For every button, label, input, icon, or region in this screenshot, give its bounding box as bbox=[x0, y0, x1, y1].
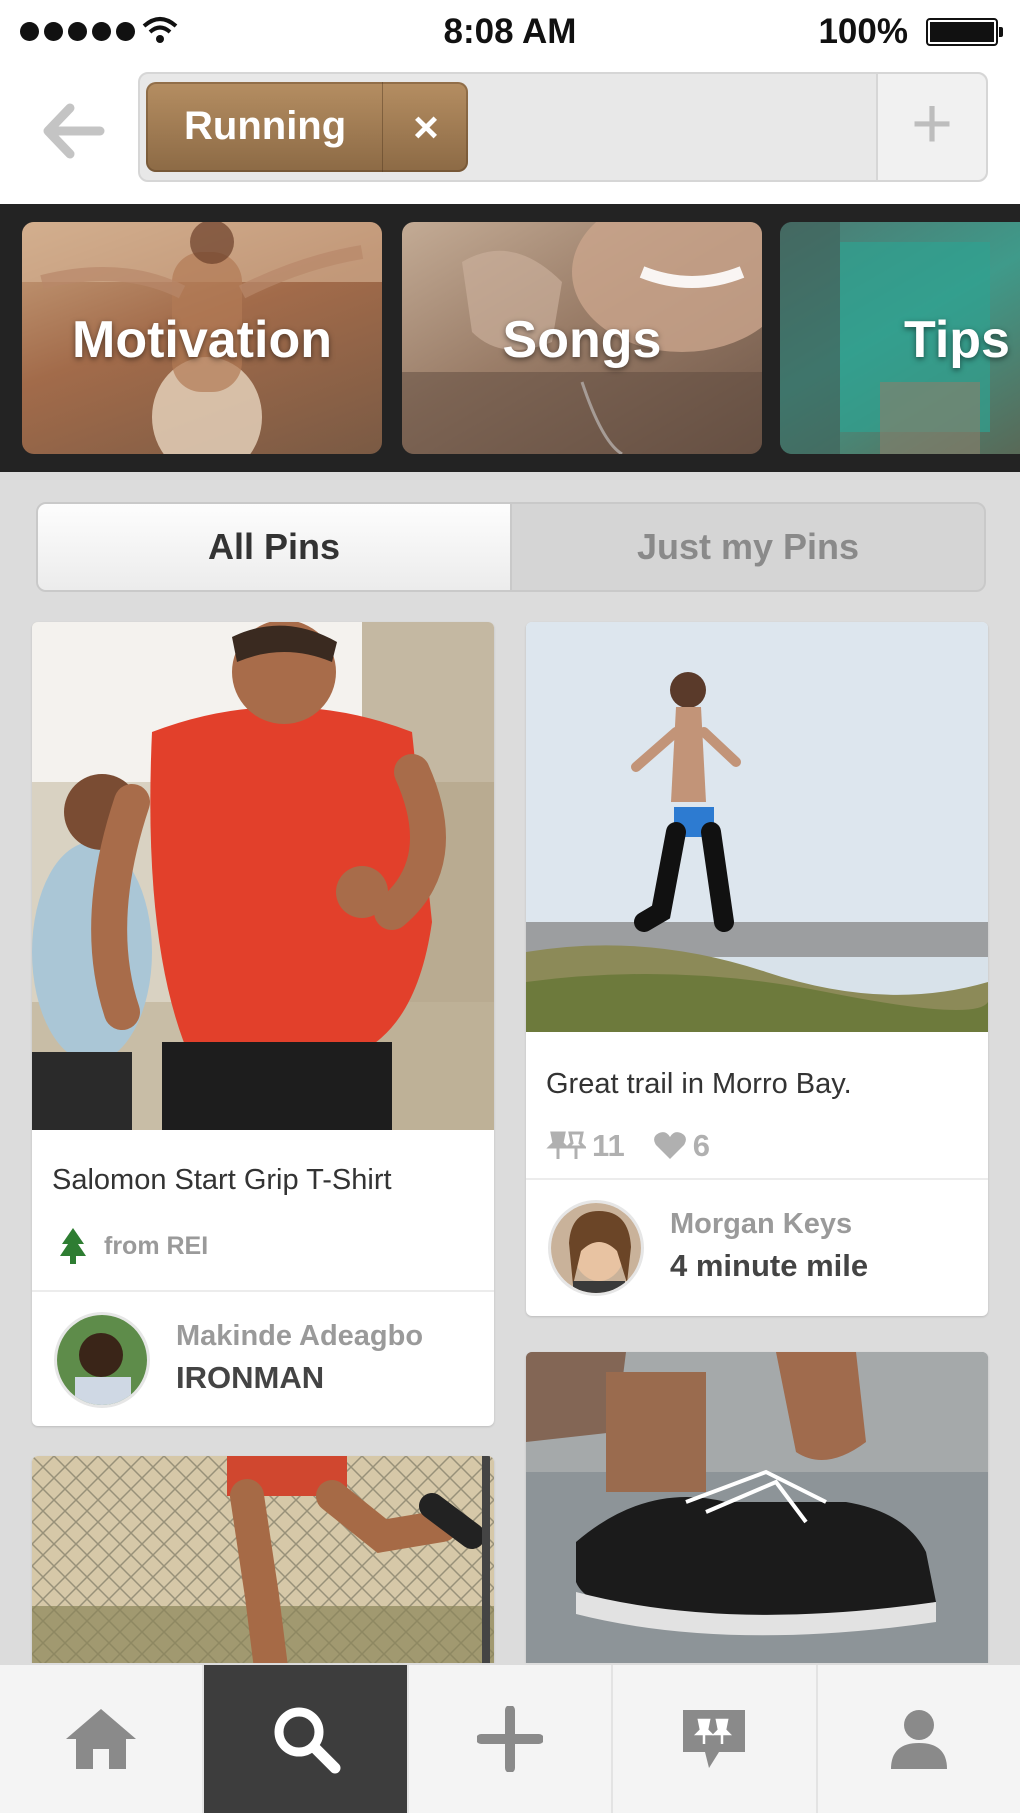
pin-card[interactable]: Great trail in Morro Bay. 11 6 Morgan Ke… bbox=[526, 622, 988, 1316]
battery-icon bbox=[926, 18, 1003, 46]
chip-divider bbox=[382, 82, 383, 172]
pin-image bbox=[32, 1456, 494, 1676]
pinner-name[interactable]: Makinde Adeagbo bbox=[176, 1320, 423, 1353]
tab-profile[interactable] bbox=[818, 1665, 1020, 1813]
heart-icon bbox=[653, 1132, 686, 1159]
pins-filter-segment: All Pins Just my Pins bbox=[36, 502, 986, 592]
category-motivation[interactable]: Motivation bbox=[22, 222, 382, 454]
category-songs[interactable]: Songs bbox=[402, 222, 762, 454]
category-label: Tips bbox=[904, 311, 1010, 369]
like-count[interactable]: 6 bbox=[653, 1128, 710, 1164]
avatar[interactable] bbox=[548, 1200, 644, 1296]
pin-image bbox=[32, 622, 494, 1130]
search-header: Running × + bbox=[0, 66, 1020, 204]
category-label: Motivation bbox=[72, 311, 332, 369]
add-filter-button[interactable]: + bbox=[876, 74, 986, 180]
home-icon bbox=[66, 1709, 137, 1769]
status-bar: 8:08 AM 100% bbox=[0, 0, 1020, 66]
pin-card[interactable]: Salomon Start Grip T-Shirt from REI Maki… bbox=[32, 622, 494, 1426]
tab-add[interactable] bbox=[409, 1665, 614, 1813]
back-arrow-icon[interactable] bbox=[38, 96, 108, 166]
battery-percent: 100% bbox=[818, 12, 908, 51]
pin-divider bbox=[32, 1290, 494, 1292]
pin-stats: 11 6 bbox=[546, 1128, 710, 1164]
tab-search[interactable] bbox=[204, 1665, 409, 1813]
search-bar[interactable]: Running × + bbox=[138, 72, 988, 182]
pin-source[interactable]: from REI bbox=[104, 1232, 208, 1261]
add-icon bbox=[477, 1706, 544, 1772]
pin-card[interactable] bbox=[32, 1456, 494, 1676]
like-count-value: 6 bbox=[692, 1128, 711, 1163]
search-chip[interactable]: Running × bbox=[146, 82, 468, 172]
avatar[interactable] bbox=[54, 1312, 150, 1408]
tab-bar bbox=[0, 1663, 1020, 1813]
category-strip: Motivation Songs Tips bbox=[0, 204, 1020, 472]
category-label: Songs bbox=[502, 311, 662, 369]
repin-icon bbox=[546, 1131, 586, 1159]
category-tips[interactable]: Tips bbox=[780, 222, 1020, 454]
search-chip-label: Running bbox=[184, 104, 347, 148]
pin-card[interactable] bbox=[526, 1352, 988, 1672]
pinner-name[interactable]: Morgan Keys bbox=[670, 1208, 852, 1241]
pin-image bbox=[526, 622, 988, 1032]
segment-my-pins[interactable]: Just my Pins bbox=[512, 504, 984, 590]
tab-home[interactable] bbox=[0, 1665, 205, 1813]
repin-count[interactable]: 11 bbox=[546, 1128, 625, 1164]
pin-image bbox=[526, 1352, 988, 1672]
board-name[interactable]: IRONMAN bbox=[176, 1360, 324, 1396]
remove-chip-icon[interactable]: × bbox=[396, 100, 456, 156]
search-icon bbox=[274, 1707, 341, 1774]
repin-count-value: 11 bbox=[592, 1128, 625, 1163]
tree-icon bbox=[60, 1228, 86, 1264]
tab-news[interactable] bbox=[613, 1665, 818, 1813]
profile-icon bbox=[890, 1710, 947, 1769]
pin-description: Salomon Start Grip T-Shirt bbox=[52, 1164, 392, 1196]
segment-all-pins[interactable]: All Pins bbox=[38, 504, 512, 590]
pin-divider bbox=[526, 1178, 988, 1180]
news-icon bbox=[683, 1710, 746, 1768]
board-name[interactable]: 4 minute mile bbox=[670, 1248, 868, 1284]
pin-description: Great trail in Morro Bay. bbox=[546, 1068, 852, 1100]
